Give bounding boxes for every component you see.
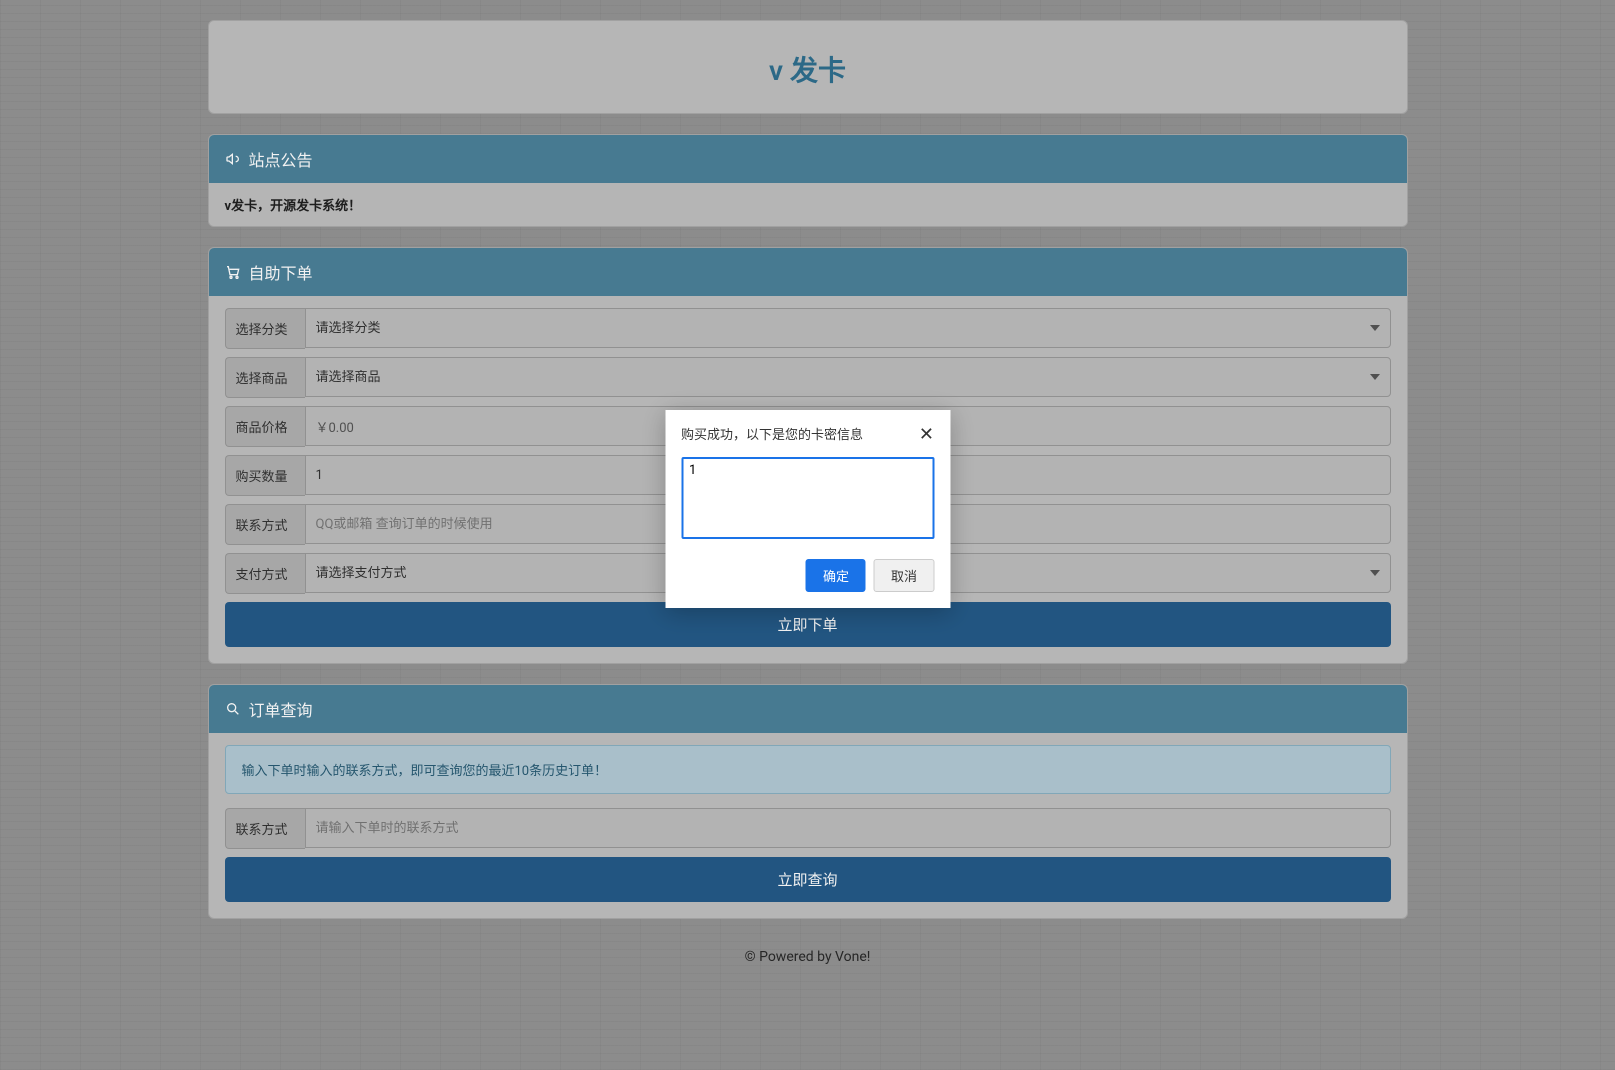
- modal-textarea[interactable]: [681, 457, 934, 539]
- bullhorn-icon: [225, 151, 241, 167]
- row-product: 选择商品 请选择商品: [225, 357, 1391, 398]
- label-query-contact: 联系方式: [225, 808, 305, 849]
- footer-text: © Powered by Vone!: [208, 939, 1408, 995]
- query-info: 输入下单时输入的联系方式，即可查询您的最近10条历史订单！: [225, 745, 1391, 794]
- row-category: 选择分类 请选择分类: [225, 308, 1391, 349]
- modal-footer: 确定 取消: [665, 553, 950, 608]
- announcement-text: v发卡，开源发卡系统！: [209, 183, 1407, 226]
- cart-icon: [225, 264, 241, 280]
- query-header: 订单查询: [209, 685, 1407, 733]
- row-query-contact: 联系方式: [225, 808, 1391, 849]
- order-header: 自助下单: [209, 248, 1407, 296]
- header-card: v 发卡: [208, 20, 1408, 114]
- modal-title: 购买成功，以下是您的卡密信息: [681, 424, 863, 443]
- result-modal: 购买成功，以下是您的卡密信息 ✕ 确定 取消: [665, 410, 950, 608]
- modal-header: 购买成功，以下是您的卡密信息 ✕: [665, 410, 950, 453]
- label-product: 选择商品: [225, 357, 305, 398]
- search-icon: [225, 701, 241, 717]
- label-quantity: 购买数量: [225, 455, 305, 496]
- ok-button[interactable]: 确定: [806, 559, 866, 592]
- query-title: 订单查询: [249, 697, 313, 721]
- cancel-button[interactable]: 取消: [874, 559, 934, 592]
- page-title: v 发卡: [209, 49, 1407, 89]
- submit-order-button[interactable]: 立即下单: [225, 602, 1391, 647]
- announcement-header: 站点公告: [209, 135, 1407, 183]
- label-paymethod: 支付方式: [225, 553, 305, 594]
- label-contact: 联系方式: [225, 504, 305, 545]
- announcement-title: 站点公告: [249, 147, 313, 171]
- select-category[interactable]: 请选择分类: [305, 308, 1391, 348]
- query-body: 输入下单时输入的联系方式，即可查询您的最近10条历史订单！ 联系方式 立即查询: [209, 733, 1407, 918]
- label-price: 商品价格: [225, 406, 305, 447]
- modal-body: [665, 453, 950, 553]
- order-title: 自助下单: [249, 260, 313, 284]
- input-query-contact[interactable]: [305, 808, 1391, 848]
- submit-query-button[interactable]: 立即查询: [225, 857, 1391, 902]
- query-card: 订单查询 输入下单时输入的联系方式，即可查询您的最近10条历史订单！ 联系方式 …: [208, 684, 1408, 919]
- label-category: 选择分类: [225, 308, 305, 349]
- announcement-card: 站点公告 v发卡，开源发卡系统！: [208, 134, 1408, 227]
- close-icon[interactable]: ✕: [919, 425, 934, 443]
- select-product[interactable]: 请选择商品: [305, 357, 1391, 397]
